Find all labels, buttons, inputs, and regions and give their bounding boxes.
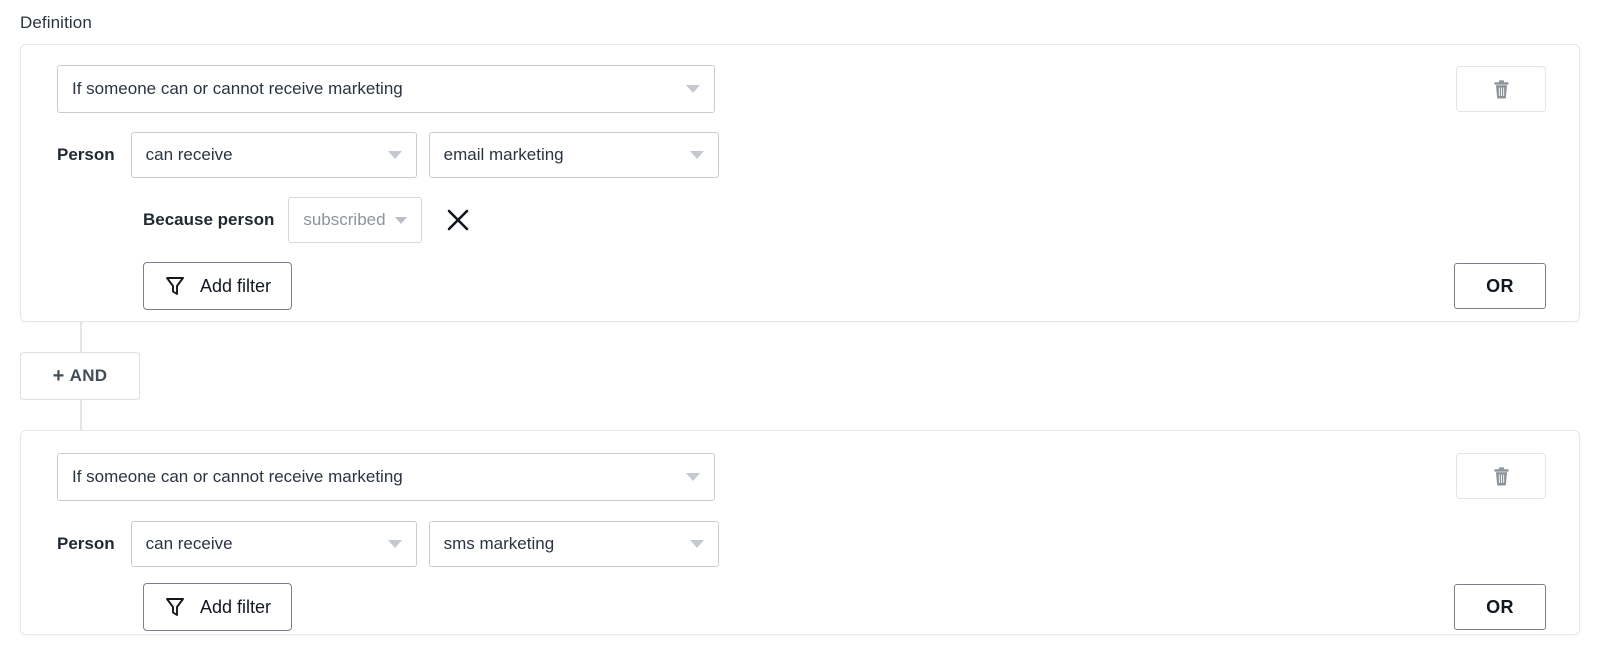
person-row: Person can receive email marketing — [57, 132, 719, 178]
add-filter-button[interactable]: Add filter — [143, 583, 292, 631]
person-operator-select[interactable]: can receive — [131, 132, 417, 178]
because-reason-value: subscribed — [303, 210, 385, 230]
or-button[interactable]: OR — [1454, 584, 1546, 630]
add-and-group-button[interactable]: + AND — [20, 352, 140, 400]
add-and-group-label: AND — [70, 366, 108, 386]
condition-trigger-select[interactable]: If someone can or cannot receive marketi… — [57, 65, 715, 113]
add-filter-button[interactable]: Add filter — [143, 262, 292, 310]
chevron-down-icon — [690, 540, 704, 548]
person-operator-value: can receive — [146, 145, 233, 165]
because-person-label: Because person — [143, 210, 274, 230]
person-operator-select[interactable]: can receive — [131, 521, 417, 567]
filter-icon — [164, 596, 186, 618]
chevron-down-icon — [690, 151, 704, 159]
trash-icon — [1493, 80, 1510, 99]
person-channel-value: sms marketing — [444, 534, 555, 554]
page-title: Definition — [20, 12, 92, 34]
filter-icon — [164, 275, 186, 297]
person-row-label: Person — [57, 145, 115, 165]
delete-condition-button[interactable] — [1456, 66, 1546, 112]
person-row-label: Person — [57, 534, 115, 554]
chevron-down-icon — [395, 217, 407, 224]
chevron-down-icon — [686, 473, 700, 481]
or-button[interactable]: OR — [1454, 263, 1546, 309]
close-icon[interactable] — [444, 206, 472, 234]
chevron-down-icon — [686, 85, 700, 93]
because-person-row: Because person subscribed — [143, 197, 472, 243]
person-channel-value: email marketing — [444, 145, 564, 165]
definition-builder: Definition If someone can or cannot rece… — [0, 0, 1600, 670]
condition-trigger-value: If someone can or cannot receive marketi… — [72, 467, 403, 487]
condition-card: If someone can or cannot receive marketi… — [20, 430, 1580, 635]
chevron-down-icon — [388, 151, 402, 159]
condition-card: If someone can or cannot receive marketi… — [20, 44, 1580, 322]
chevron-down-icon — [388, 540, 402, 548]
person-row: Person can receive sms marketing — [57, 521, 719, 567]
plus-icon: + — [53, 366, 65, 386]
condition-trigger-value: If someone can or cannot receive marketi… — [72, 79, 403, 99]
person-operator-value: can receive — [146, 534, 233, 554]
because-reason-select[interactable]: subscribed — [288, 197, 421, 243]
delete-condition-button[interactable] — [1456, 453, 1546, 499]
add-filter-label: Add filter — [200, 276, 271, 297]
condition-trigger-select[interactable]: If someone can or cannot receive marketi… — [57, 453, 715, 501]
person-channel-select[interactable]: email marketing — [429, 132, 719, 178]
add-filter-label: Add filter — [200, 597, 271, 618]
trash-icon — [1493, 467, 1510, 486]
person-channel-select[interactable]: sms marketing — [429, 521, 719, 567]
